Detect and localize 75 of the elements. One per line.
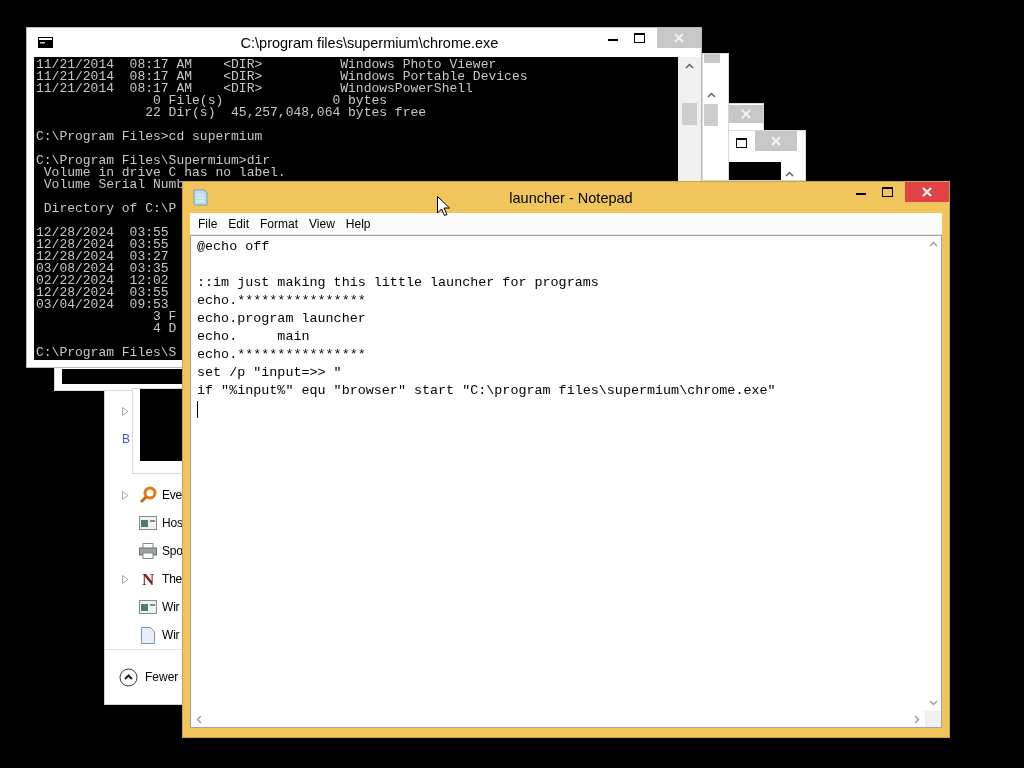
list-item-label[interactable]: Hos: [162, 516, 183, 530]
window-title: C:\program files\supermium\chrome.exe: [240, 34, 499, 51]
scrollbar[interactable]: [678, 57, 701, 181]
letter-icon: N: [141, 570, 155, 588]
menu-item[interactable]: View: [303, 214, 340, 233]
window-icon: [139, 516, 157, 530]
list-item-label[interactable]: Eve: [162, 488, 183, 502]
text-line: @echo off: [197, 238, 270, 256]
console-line: C:\Program Files\S: [36, 347, 177, 359]
console-line: 3 F: [152, 311, 177, 323]
console-screen: [140, 389, 182, 461]
console-line: Volume in drive C has no label.: [43, 167, 286, 179]
console-line: 03/04/2024 09:53: [36, 299, 169, 311]
scroll-right-icon: [914, 714, 920, 724]
fewer-details-link[interactable]: Fewer: [145, 670, 179, 684]
title-bar: [704, 54, 720, 63]
console-line: 12/28/2024 03:27: [36, 251, 169, 263]
list-item-label[interactable]: B: [122, 432, 130, 446]
text-line: if "%input%" equ "browser" start "C:\program files\supermium\chrome.exe": [197, 382, 776, 400]
close-icon: [771, 136, 781, 146]
scroll-down-icon: [928, 700, 938, 706]
console-app-icon: [38, 37, 53, 48]
scroll-left-icon: [196, 714, 202, 724]
printer-icon: [139, 543, 157, 559]
console-line: 11/21/2014 08:17 AM <DIR> Windows Portable Devices: [36, 71, 528, 83]
notepad-app-icon: [193, 189, 208, 206]
console-line: 4 D: [152, 323, 177, 335]
text-line: echo.program launcher: [197, 310, 366, 328]
console-line: C:\Program Files\Supermium>dir: [36, 155, 271, 167]
text-line: ::im just making this little launcher for programs: [197, 274, 599, 292]
text-line: echo.****************: [197, 346, 366, 364]
console-line: 02/22/2024 12:02: [36, 275, 169, 287]
menu-item[interactable]: Help: [339, 214, 376, 233]
console-screen: [729, 162, 781, 180]
close-icon: [922, 187, 932, 197]
maximize-icon: [736, 138, 747, 148]
scroll-up-icon: [707, 92, 716, 98]
key-icon: [139, 486, 157, 504]
window-icon: [139, 600, 157, 614]
close-button[interactable]: [755, 131, 797, 151]
console-line: 11/21/2014 08:17 AM <DIR> WindowsPowerShell: [36, 83, 473, 95]
window-title: launcher - Notepad: [509, 189, 633, 206]
maximize-icon: [882, 187, 893, 197]
console-line: Directory of C:\P: [42, 203, 177, 215]
close-icon: [674, 33, 684, 43]
list-item-label[interactable]: Wir: [162, 628, 180, 642]
list-item-label[interactable]: The: [162, 572, 183, 586]
menu-item[interactable]: Format: [254, 214, 304, 233]
text-cursor: [197, 401, 198, 418]
console-line: 03/08/2024 03:35: [36, 263, 169, 275]
scroll-up-icon: [928, 241, 938, 247]
console-line: 12/28/2024 03:55: [36, 239, 169, 251]
menu-item[interactable]: File: [192, 214, 223, 233]
console-line: 22 Dir(s) 45,257,048,064 bytes free: [144, 107, 427, 119]
scroll-thumb[interactable]: [704, 104, 718, 126]
scroll-up-icon: [685, 63, 694, 69]
console-line: 11/21/2014 08:17 AM <DIR> Windows Photo Viewer: [36, 59, 497, 71]
close-icon: [741, 109, 751, 119]
list-item-label[interactable]: Wir: [162, 600, 180, 614]
text-line: echo. main: [197, 328, 310, 346]
list-item-label[interactable]: Spo: [162, 544, 183, 558]
scroll-up-icon: [785, 171, 794, 177]
scroll-thumb[interactable]: [682, 103, 697, 125]
console-line: C:\Program Files>cd supermium: [36, 131, 263, 143]
console-line: 0 File(s) 0 bytes: [153, 95, 388, 107]
text-line: echo.****************: [197, 292, 366, 310]
page-icon: [141, 626, 155, 644]
console-line: 12/28/2024 03:55: [36, 287, 169, 299]
close-button[interactable]: [729, 105, 763, 123]
menu-item[interactable]: Edit: [222, 214, 255, 233]
text-line: set /p "input=>> ": [197, 364, 342, 382]
collapse-circle-icon: [119, 667, 138, 687]
scrollbar-corner: [925, 711, 941, 727]
console-line: 12/28/2024 03:55: [36, 227, 169, 239]
maximize-icon: [634, 33, 645, 43]
